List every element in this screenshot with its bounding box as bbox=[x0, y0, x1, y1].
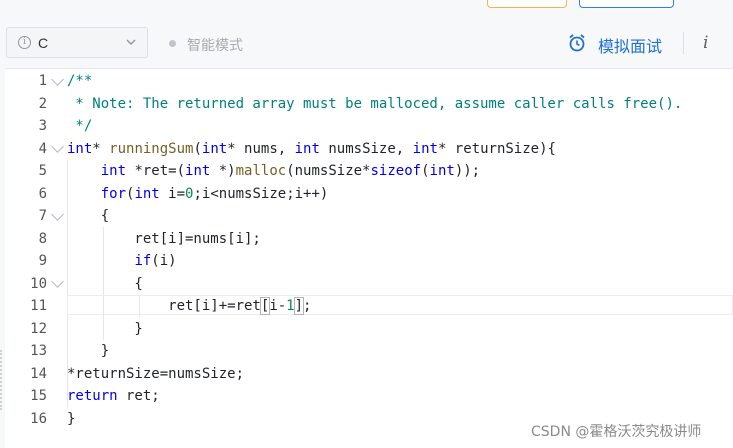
line-number: 1 bbox=[38, 73, 47, 89]
token-keyword: int bbox=[294, 140, 320, 157]
code-line[interactable]: for(int i=0;i<numsSize;i++) bbox=[67, 183, 329, 206]
token-keyword: for bbox=[100, 185, 127, 202]
watermark: CSDN @霍格沃茨究极讲师 bbox=[531, 424, 702, 440]
fold-chevron-icon[interactable] bbox=[51, 140, 64, 153]
token: ret[i]+=ret bbox=[67, 298, 261, 314]
info-icon[interactable]: i bbox=[703, 33, 708, 53]
simulate-interview-button[interactable]: 模拟面试 bbox=[598, 33, 662, 57]
line-number: 8 bbox=[38, 230, 47, 247]
token-keyword: int bbox=[185, 163, 211, 179]
toolbar-divider bbox=[683, 32, 684, 54]
line-number: 16 bbox=[30, 410, 47, 427]
token: * returnSize){ bbox=[437, 140, 556, 157]
code-line[interactable]: if(i) bbox=[67, 250, 177, 273]
token: * bbox=[92, 140, 110, 157]
token-keyword: int bbox=[412, 140, 438, 157]
token: ( bbox=[193, 140, 202, 157]
line-number: 12 bbox=[30, 320, 47, 337]
token: i= bbox=[159, 185, 186, 202]
line-number: 11 bbox=[30, 298, 47, 314]
token: numsSize, bbox=[319, 140, 413, 157]
line-number: 7 bbox=[38, 208, 47, 224]
code-editor[interactable]: 1 2 3 4 5 6 7 8 9 10 11 12 13 14 15 16 /… bbox=[5, 68, 733, 448]
code-line[interactable]: *returnSize=numsSize; bbox=[67, 363, 244, 386]
token-function: runningSum bbox=[109, 140, 194, 157]
alarm-clock-icon[interactable] bbox=[567, 33, 587, 53]
top-action-button-orange[interactable] bbox=[487, 0, 567, 8]
top-strip bbox=[0, 0, 733, 18]
token: *) bbox=[210, 163, 236, 179]
code-line[interactable]: /** bbox=[67, 70, 92, 93]
token-keyword: if bbox=[134, 253, 152, 269]
fold-chevron-icon[interactable] bbox=[51, 208, 64, 221]
language-select[interactable]: i C bbox=[6, 27, 148, 58]
line-number: 13 bbox=[30, 343, 47, 359]
line-number: 9 bbox=[38, 253, 47, 269]
code-line[interactable]: * Note: The returned array must be mallo… bbox=[67, 93, 682, 116]
token-bracket-match: ] bbox=[293, 297, 305, 315]
token: * nums, bbox=[227, 140, 295, 157]
code-line[interactable]: } bbox=[67, 408, 75, 431]
token: ; bbox=[303, 298, 312, 314]
token: i- bbox=[269, 298, 287, 314]
editor-toolbar: i C 智能模式 模拟面试 i bbox=[0, 18, 733, 68]
code-line-active[interactable]: ret[i]+=ret[i-1]; bbox=[67, 295, 311, 318]
line-number: 5 bbox=[38, 163, 47, 179]
code-line[interactable]: } bbox=[67, 318, 142, 341]
code-line[interactable]: return ret; bbox=[67, 385, 160, 408]
chevron-down-icon bbox=[126, 39, 136, 45]
token-keyword: int bbox=[134, 185, 160, 202]
line-number: 6 bbox=[38, 185, 47, 202]
code-line[interactable]: { bbox=[67, 205, 109, 228]
line-number: 10 bbox=[30, 275, 47, 292]
token: ret; bbox=[117, 388, 160, 404]
info-circle-icon: i bbox=[18, 36, 31, 49]
token-number: 1 bbox=[286, 298, 295, 314]
code-line[interactable]: { bbox=[67, 273, 142, 296]
line-number: 4 bbox=[38, 140, 47, 157]
language-select-value: C bbox=[38, 35, 49, 51]
line-number: 2 bbox=[38, 95, 47, 112]
line-number: 15 bbox=[30, 388, 47, 404]
token-function: malloc bbox=[235, 163, 287, 179]
line-number: 3 bbox=[38, 118, 47, 134]
token: *ret=( bbox=[126, 163, 186, 179]
token: (i) bbox=[151, 253, 177, 269]
token-keyword: int bbox=[100, 163, 127, 179]
code-line[interactable]: ret[i]=nums[i]; bbox=[67, 228, 260, 251]
top-action-button-blue[interactable] bbox=[579, 0, 674, 8]
fold-chevron-icon[interactable] bbox=[51, 275, 64, 288]
smart-mode-status-dot bbox=[169, 40, 176, 47]
fold-chevron-icon[interactable] bbox=[51, 73, 64, 86]
code-line[interactable]: } bbox=[67, 340, 109, 363]
code-line[interactable]: */ bbox=[67, 115, 92, 138]
code-line[interactable]: int* runningSum(int* nums, int numsSize,… bbox=[67, 138, 556, 161]
token-keyword: int bbox=[67, 140, 93, 157]
token: )); bbox=[454, 163, 481, 179]
token: ( bbox=[421, 163, 430, 179]
token-keyword: int bbox=[429, 163, 455, 179]
token: ;i<numsSize;i++) bbox=[193, 185, 329, 202]
smart-mode-toggle[interactable]: 智能模式 bbox=[187, 35, 243, 55]
line-number: 14 bbox=[30, 365, 47, 382]
token-keyword: int bbox=[201, 140, 228, 157]
token: (numsSize* bbox=[286, 163, 371, 179]
token-keyword: return bbox=[67, 388, 118, 404]
token-keyword: sizeof bbox=[370, 163, 422, 179]
left-edge-decoration bbox=[0, 350, 4, 410]
code-line[interactable]: int *ret=(int *)malloc(numsSize*sizeof(i… bbox=[67, 160, 480, 183]
